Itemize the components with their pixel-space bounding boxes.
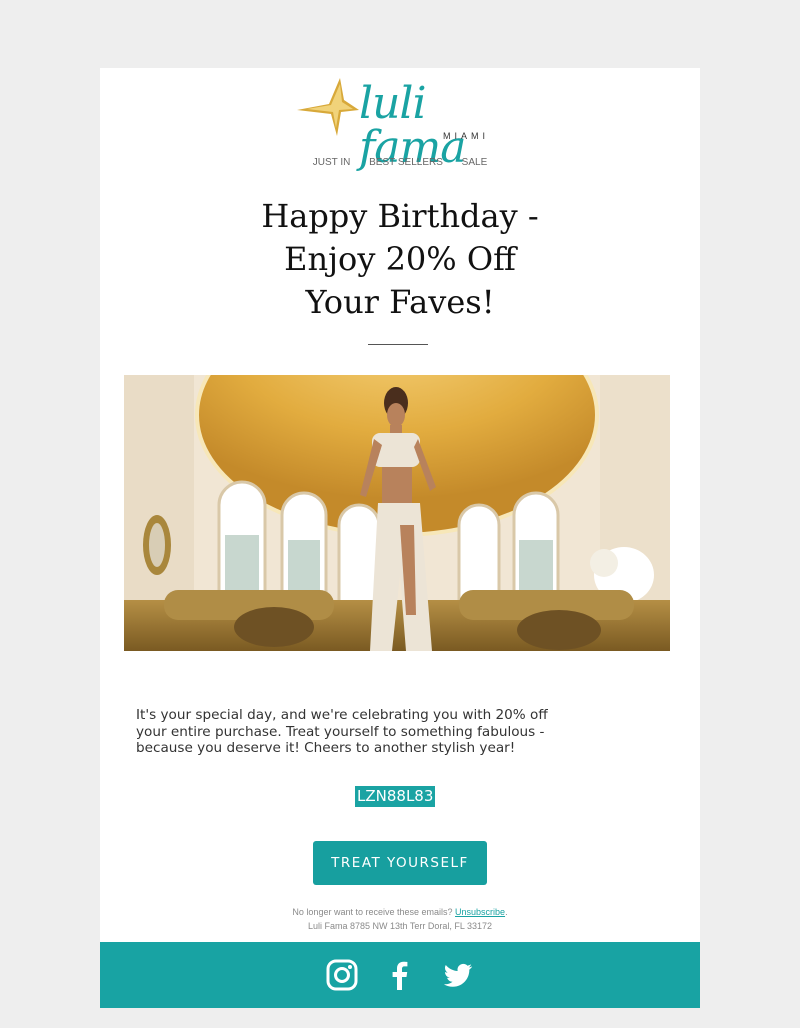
facebook-icon[interactable]: [384, 959, 416, 991]
starfish-icon: [297, 78, 359, 136]
logo-subtext: MIAMI: [443, 131, 489, 141]
hero-image[interactable]: [124, 375, 670, 651]
footer-note: No longer want to receive these emails? …: [100, 905, 700, 933]
nav-just-in[interactable]: JUST IN: [313, 157, 351, 168]
headline: Happy Birthday - Enjoy 20% Off Your Fave…: [100, 195, 700, 324]
nav-sale[interactable]: SALE: [462, 157, 488, 168]
unsubscribe-suffix: .: [505, 907, 508, 917]
unsubscribe-link[interactable]: Unsubscribe: [455, 907, 505, 917]
brand-logo[interactable]: luli fama MIAMI: [295, 76, 505, 170]
divider: [368, 344, 428, 345]
email-container: luli fama MIAMI JUST IN BEST SELLERS SAL…: [100, 68, 700, 942]
coupon-code[interactable]: LZN88L83: [355, 786, 436, 807]
nav-best-sellers[interactable]: BEST SELLERS: [369, 157, 443, 168]
unsubscribe-prompt: No longer want to receive these emails?: [292, 907, 453, 917]
headline-line-3: Your Faves!: [305, 283, 495, 321]
instagram-icon[interactable]: [326, 959, 358, 991]
top-nav: JUST IN BEST SELLERS SALE: [100, 157, 700, 168]
headline-line-2: Enjoy 20% Off: [284, 240, 516, 278]
footer-address: Luli Fama 8785 NW 13th Terr Doral, FL 33…: [307, 921, 493, 931]
treat-yourself-button[interactable]: TREAT YOURSELF: [313, 841, 487, 885]
twitter-icon[interactable]: [442, 959, 474, 991]
social-bar: [100, 942, 700, 1008]
body-message: It's your special day, and we're celebra…: [136, 707, 548, 756]
headline-line-1: Happy Birthday -: [261, 197, 539, 235]
